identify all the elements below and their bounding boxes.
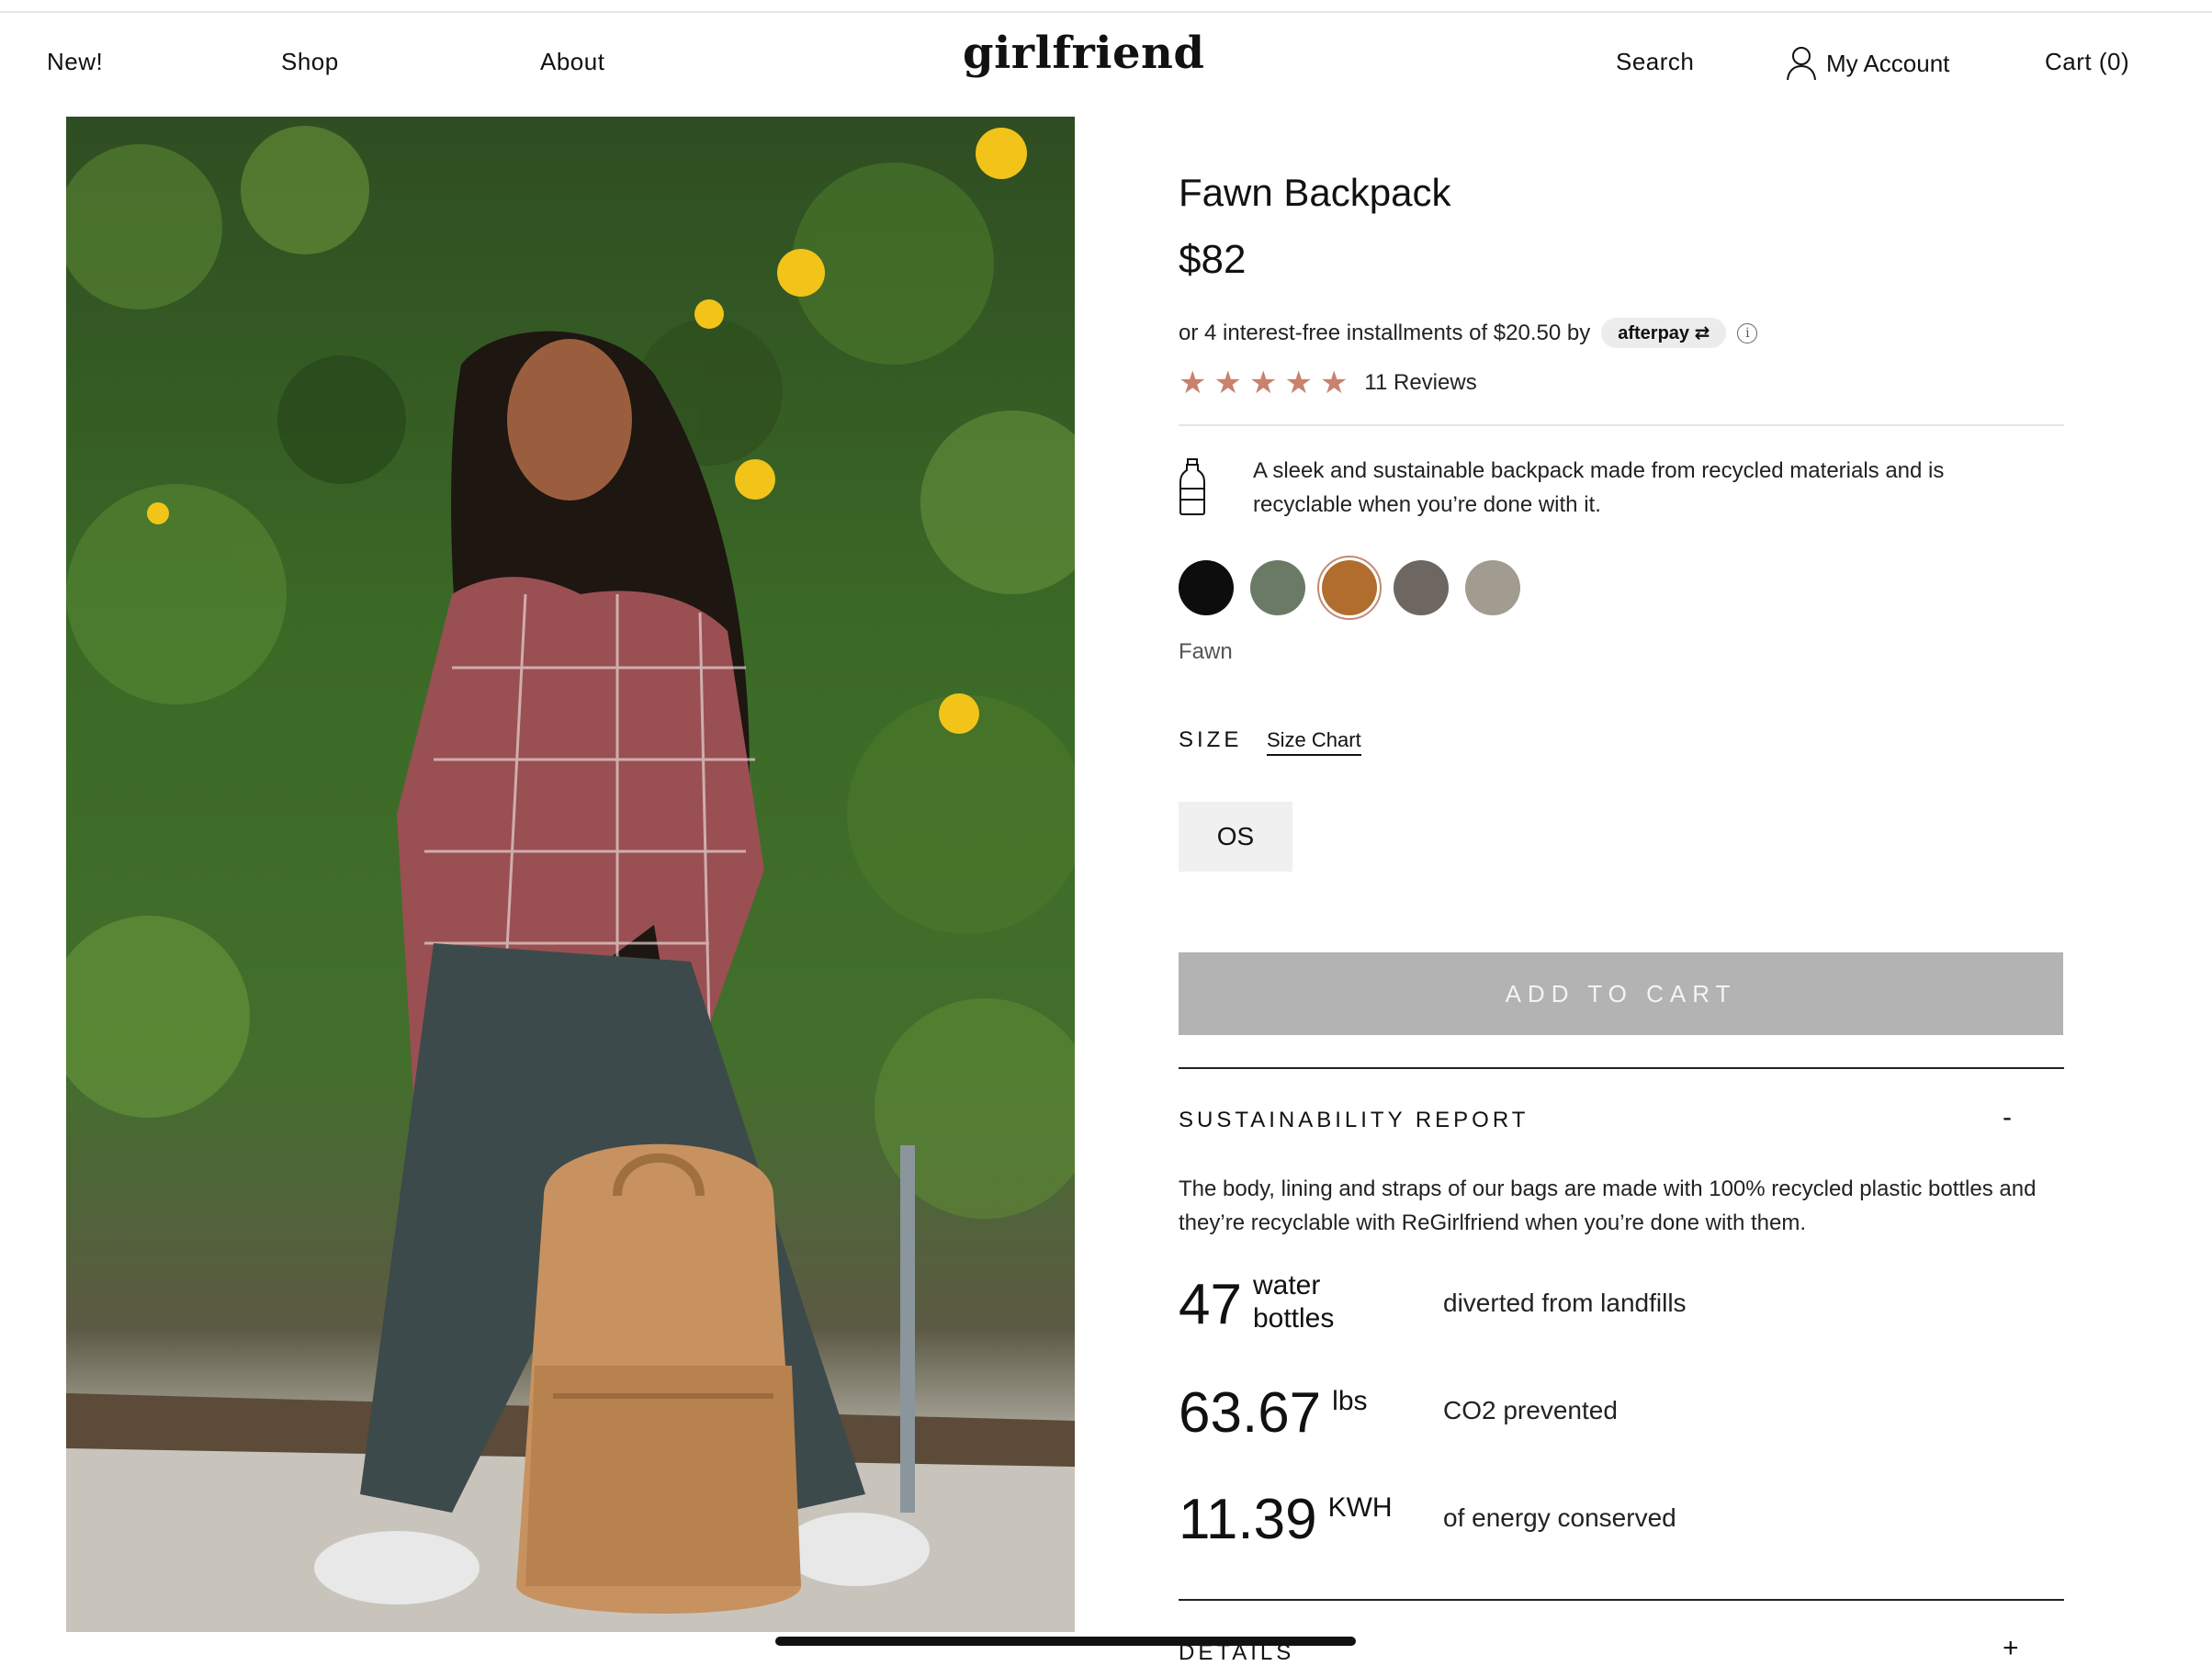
- user-icon: [1786, 46, 1817, 81]
- my-account-link[interactable]: My Account: [1786, 46, 1949, 81]
- product-price: $82: [1179, 237, 1247, 282]
- product-description: A sleek and sustainable backpack made fr…: [1253, 458, 1945, 517]
- installments-text: or 4 interest-free installments of $20.5…: [1179, 320, 1591, 345]
- divider: [1179, 1599, 2064, 1601]
- info-icon[interactable]: i: [1737, 322, 1758, 343]
- expand-toggle[interactable]: +: [2003, 1633, 2019, 1664]
- star-icon: ★: [1284, 366, 1313, 400]
- stat-unit-line1: water: [1252, 1270, 1321, 1300]
- collapse-toggle[interactable]: -: [2003, 1102, 2012, 1133]
- reviews-link[interactable]: 11 Reviews: [1364, 370, 1476, 396]
- star-icon: ★: [1179, 366, 1207, 400]
- nav-shop[interactable]: Shop: [281, 48, 339, 76]
- stat-unit-line2: bottles: [1252, 1303, 1335, 1334]
- color-swatch-stone[interactable]: [1465, 560, 1520, 615]
- stat-unit: KWH: [1327, 1492, 1393, 1523]
- star-icon: ★: [1213, 366, 1242, 400]
- sustainability-report-header[interactable]: SUSTAINABILITY REPORT: [1179, 1108, 1529, 1133]
- stat-value: 47: [1179, 1273, 1242, 1336]
- rating-row[interactable]: ★ ★ ★ ★ ★ 11 Reviews: [1179, 367, 1477, 399]
- stat-value: 63.67: [1179, 1381, 1322, 1445]
- product-photo-illustration: [66, 126, 1075, 1632]
- stat-description: CO2 prevented: [1443, 1396, 1618, 1424]
- size-option-os[interactable]: OS: [1179, 802, 1292, 872]
- color-swatch-olive[interactable]: [1250, 560, 1305, 615]
- nav-about[interactable]: About: [540, 48, 604, 76]
- color-swatch-fawn[interactable]: [1317, 556, 1382, 620]
- sustainability-body: The body, lining and straps of our bags …: [1179, 1176, 2037, 1235]
- installments-row: or 4 interest-free installments of $20.5…: [1179, 318, 1758, 348]
- stat-description: of energy conserved: [1443, 1503, 1676, 1532]
- nav-new[interactable]: New!: [47, 48, 103, 76]
- cart-link[interactable]: Cart (0): [2045, 48, 2129, 76]
- stat-value: 11.39: [1179, 1488, 1317, 1551]
- stat-unit: water bottles: [1253, 1269, 1334, 1335]
- product-title: Fawn Backpack: [1179, 171, 1451, 214]
- color-swatches: [1179, 556, 1520, 620]
- size-label: SIZE: [1179, 727, 1243, 752]
- star-icon: ★: [1319, 366, 1349, 400]
- divider: [1179, 424, 2064, 426]
- size-chart-link[interactable]: Size Chart: [1267, 728, 1361, 756]
- home-indicator[interactable]: [775, 1637, 1356, 1646]
- color-swatch-black[interactable]: [1179, 560, 1234, 615]
- stat-description: diverted from landfills: [1443, 1289, 1687, 1317]
- my-account-label: My Account: [1826, 49, 1950, 77]
- color-swatch-charcoal[interactable]: [1394, 560, 1449, 615]
- star-icon: ★: [1248, 366, 1278, 400]
- brand-logo[interactable]: girlfriend: [963, 28, 1204, 79]
- stat-water-bottles: 47 water bottles: [1179, 1270, 1334, 1336]
- afterpay-badge[interactable]: afterpay ⇄: [1601, 318, 1727, 348]
- site-header: New! Shop About girlfriend Search My Acc…: [0, 11, 2212, 99]
- bottle-icon: [1179, 457, 1206, 521]
- selected-color-name: Fawn: [1179, 639, 1233, 664]
- product-photo[interactable]: [66, 117, 1075, 1632]
- divider: [1179, 1067, 2064, 1069]
- stat-co2: 63.67 lbs: [1179, 1385, 1368, 1442]
- afterpay-label: afterpay: [1618, 323, 1690, 343]
- search-link[interactable]: Search: [1616, 48, 1694, 76]
- add-to-cart-button[interactable]: ADD TO CART: [1179, 952, 2063, 1035]
- stat-energy: 11.39 KWH: [1179, 1492, 1393, 1548]
- stat-unit: lbs: [1332, 1386, 1368, 1416]
